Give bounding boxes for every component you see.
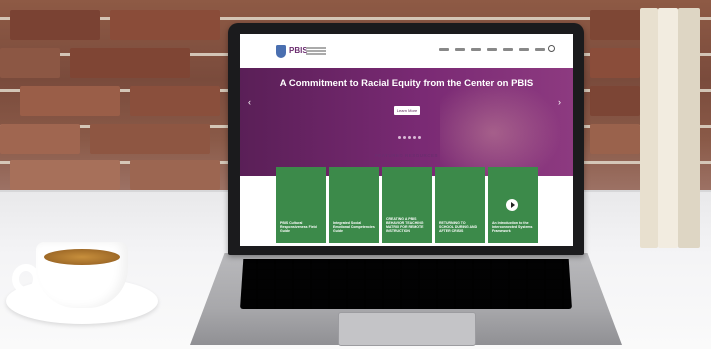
- nav-item[interactable]: [471, 48, 481, 51]
- brick: [90, 124, 210, 154]
- featured-cards: PBIS Cultural Responsiveness Field Guide…: [276, 167, 538, 243]
- site-logo[interactable]: PBIS: [276, 45, 328, 59]
- carousel-dot[interactable]: [403, 136, 406, 139]
- site-navbar: PBIS: [240, 34, 573, 69]
- carousel-next-icon[interactable]: ›: [558, 97, 561, 107]
- play-icon[interactable]: [506, 199, 518, 211]
- brick: [110, 10, 220, 40]
- photo-scene: PBIS A Commitment to Racial Equity from …: [0, 0, 711, 349]
- laptop-trackpad: [338, 312, 476, 346]
- brick: [590, 124, 640, 154]
- brick: [590, 86, 640, 116]
- resource-card[interactable]: An Introduction to the Interconnected Sy…: [488, 167, 538, 243]
- nav-item[interactable]: [519, 48, 529, 51]
- carousel-prev-icon[interactable]: ‹: [248, 97, 251, 107]
- laptop-screen: PBIS A Commitment to Racial Equity from …: [240, 34, 573, 246]
- card-label: Integrated Social Emotional Competencies…: [333, 221, 375, 233]
- brick: [10, 160, 120, 190]
- brick: [130, 160, 220, 190]
- brick: [70, 48, 190, 78]
- brick: [130, 86, 220, 116]
- hero-title: A Commitment to Racial Equity from the C…: [279, 78, 534, 89]
- laptop-keyboard: [240, 259, 572, 309]
- brick: [0, 48, 60, 78]
- book: [658, 8, 678, 248]
- brick: [0, 124, 80, 154]
- brick: [590, 48, 640, 78]
- resource-card[interactable]: Integrated Social Emotional Competencies…: [329, 167, 379, 243]
- carousel-dot[interactable]: [413, 136, 416, 139]
- carousel-dot[interactable]: [398, 136, 401, 139]
- card-label: CREATING A PBIS BEHAVIOR TEACHING MATRIX…: [386, 217, 424, 233]
- logo-subtitle: [306, 47, 326, 49]
- book-stack: [640, 8, 702, 248]
- resource-card[interactable]: CREATING A PBIS BEHAVIOR TEACHING MATRIX…: [382, 167, 432, 243]
- nav-menu: [439, 48, 545, 51]
- nav-item[interactable]: [535, 48, 545, 51]
- brick: [10, 10, 100, 40]
- card-label: PBIS Cultural Responsiveness Field Guide: [280, 221, 317, 233]
- search-icon[interactable]: [548, 45, 555, 52]
- brick: [20, 86, 120, 116]
- nav-item[interactable]: [487, 48, 497, 51]
- coffee: [44, 249, 120, 265]
- card-label: An Introduction to the Interconnected Sy…: [492, 221, 533, 233]
- featured-heading: FEATURED RESOURCES: [375, 153, 438, 158]
- carousel-dot[interactable]: [418, 136, 421, 139]
- book: [678, 8, 700, 248]
- book: [640, 8, 658, 248]
- resource-card[interactable]: RETURNING TO SCHOOL DURING AND AFTER CRI…: [435, 167, 485, 243]
- hero-learn-more-button[interactable]: Learn More: [394, 106, 420, 115]
- carousel-dots: [398, 136, 421, 139]
- resource-card[interactable]: PBIS Cultural Responsiveness Field Guide: [276, 167, 326, 243]
- nav-item[interactable]: [503, 48, 513, 51]
- carousel-dot[interactable]: [408, 136, 411, 139]
- nav-item[interactable]: [455, 48, 465, 51]
- logo-shield-icon: [276, 45, 286, 58]
- nav-item[interactable]: [439, 48, 449, 51]
- logo-text: PBIS: [289, 46, 308, 55]
- card-label: RETURNING TO SCHOOL DURING AND AFTER CRI…: [439, 221, 478, 233]
